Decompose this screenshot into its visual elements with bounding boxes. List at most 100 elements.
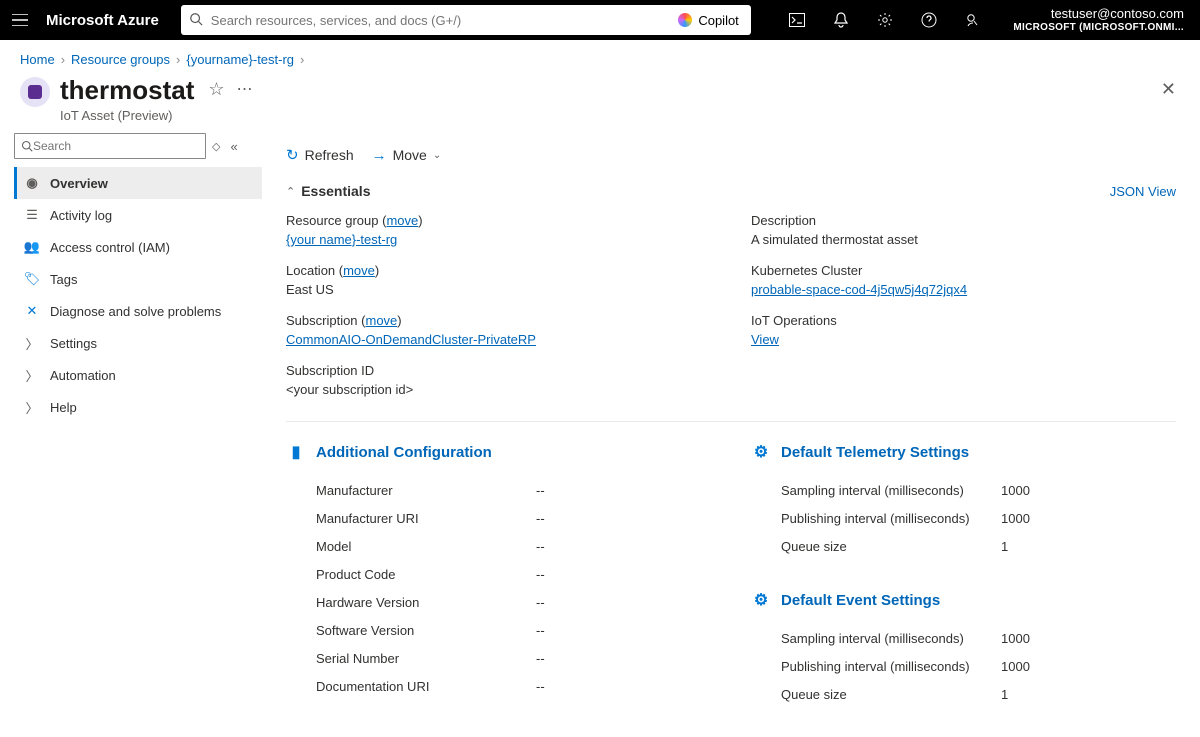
nav-label: Automation	[50, 368, 116, 383]
main-pane: ↻ Refresh → Move ⌄ ⌃ Essentials JSON Vie…	[262, 133, 1200, 736]
resource-subtitle: IoT Asset (Preview)	[60, 108, 194, 123]
kv-row: Manufacturer URI--	[286, 504, 711, 532]
account-block[interactable]: testuser@contoso.com MICROSOFT (MICROSOF…	[1013, 6, 1192, 34]
settings-icon[interactable]	[867, 12, 903, 28]
tags-icon: 🏷	[24, 271, 40, 287]
ess-iotops-label: IoT Operations	[751, 313, 1176, 328]
resource-type-icon	[20, 77, 50, 107]
gear-icon: ⚙	[751, 590, 771, 610]
ess-resourcegroup-value[interactable]: {your name}-test-rg	[286, 232, 397, 247]
kv-row: Sampling interval (milliseconds)1000	[751, 624, 1176, 652]
global-search-input[interactable]	[211, 13, 669, 28]
menu-search[interactable]	[14, 133, 206, 159]
move-link[interactable]: move	[343, 263, 375, 278]
kv-row: Software Version--	[286, 616, 711, 644]
section-events: ⚙ Default Event Settings Sampling interv…	[751, 590, 1176, 708]
close-icon[interactable]: ✕	[1157, 75, 1180, 104]
nav-diagnose[interactable]: ✕ Diagnose and solve problems	[14, 295, 262, 327]
nav-label: Diagnose and solve problems	[50, 304, 221, 319]
chevron-right-icon: ›	[300, 52, 304, 67]
diagnose-icon: ✕	[24, 303, 40, 319]
chevron-right-icon: 〉	[24, 366, 40, 385]
favorite-star-icon[interactable]: ☆	[208, 79, 224, 100]
nav-automation[interactable]: 〉 Automation	[14, 359, 262, 391]
ess-subscription-value[interactable]: CommonAIO-OnDemandCluster-PrivateRP	[286, 332, 536, 347]
cloudshell-icon[interactable]	[779, 13, 815, 27]
chevron-down-icon: ⌄	[433, 150, 441, 161]
menu-search-input[interactable]	[33, 139, 199, 153]
refresh-button[interactable]: ↻ Refresh	[286, 146, 354, 164]
account-email: testuser@contoso.com	[1013, 6, 1184, 22]
kv-row: Hardware Version--	[286, 588, 711, 616]
copilot-icon	[678, 13, 692, 27]
feedback-icon[interactable]	[955, 12, 991, 28]
nav-tags[interactable]: 🏷 Tags	[14, 263, 262, 295]
kv-row: Product Code--	[286, 560, 711, 588]
ess-resourcegroup-label: Resource group (move)	[286, 213, 711, 228]
json-view-link[interactable]: JSON View	[1110, 184, 1176, 199]
crumb-current[interactable]: {yourname}-test-rg	[186, 52, 294, 67]
nav-activity-log[interactable]: ☰ Activity log	[14, 199, 262, 231]
kv-row: Sampling interval (milliseconds)1000	[751, 476, 1176, 504]
collapse-pane-icon[interactable]: «	[226, 139, 241, 154]
gear-icon: ⚙	[751, 442, 771, 462]
overview-icon: ◉	[24, 175, 40, 191]
move-button[interactable]: → Move ⌄	[372, 147, 442, 164]
activitylog-icon: ☰	[24, 207, 40, 223]
chevron-right-icon: ›	[61, 52, 65, 67]
move-icon: →	[372, 147, 387, 164]
ess-k8s-label: Kubernetes Cluster	[751, 263, 1176, 278]
resource-title: thermostat	[60, 75, 194, 106]
nav-label: Help	[50, 400, 77, 415]
ess-subscription-label: Subscription (move)	[286, 313, 711, 328]
notifications-icon[interactable]	[823, 12, 859, 28]
nav-overview[interactable]: ◉ Overview	[14, 167, 262, 199]
refresh-icon: ↻	[286, 146, 299, 164]
search-icon	[21, 140, 33, 152]
nav-help[interactable]: 〉 Help	[14, 391, 262, 423]
nav-settings[interactable]: 〉 Settings	[14, 327, 262, 359]
command-bar: ↻ Refresh → Move ⌄	[286, 133, 1176, 177]
nav-label: Activity log	[50, 208, 112, 223]
top-bar: Microsoft Azure Copilot testuser@contoso…	[0, 0, 1200, 40]
essentials-grid: Resource group (move) {your name}-test-r…	[286, 213, 1176, 413]
kv-row: Model--	[286, 532, 711, 560]
resource-menu: ◇ « ◉ Overview ☰ Activity log 👥 Access c…	[0, 133, 262, 736]
kv-row: Serial Number--	[286, 644, 711, 672]
kv-row: Queue size1	[751, 532, 1176, 560]
kv-row: Queue size1	[751, 680, 1176, 708]
copilot-label: Copilot	[698, 13, 738, 28]
chevron-right-icon: 〉	[24, 334, 40, 353]
move-label: Move	[393, 147, 427, 163]
hamburger-icon[interactable]	[8, 8, 32, 32]
breadcrumb: Home › Resource groups › {yourname}-test…	[0, 40, 1200, 71]
ess-description-label: Description	[751, 213, 1176, 228]
move-link[interactable]: move	[365, 313, 397, 328]
copilot-button[interactable]: Copilot	[668, 7, 748, 33]
nav-label: Tags	[50, 272, 77, 287]
ess-k8s-value[interactable]: probable-space-cod-4j5qw5j4q72jqx4	[751, 282, 967, 297]
kv-row: Documentation URI--	[286, 672, 711, 700]
crumb-home[interactable]: Home	[20, 52, 55, 67]
brand-label[interactable]: Microsoft Azure	[46, 12, 159, 29]
ess-subid-value: <your subscription id>	[286, 382, 711, 397]
resource-header: thermostat IoT Asset (Preview) ☆ ⋯ ✕	[0, 71, 1200, 133]
essentials-header: ⌃ Essentials JSON View	[286, 183, 1176, 199]
move-link[interactable]: move	[386, 213, 418, 228]
kv-row: Publishing interval (milliseconds)1000	[751, 652, 1176, 680]
global-search[interactable]: Copilot	[181, 5, 751, 35]
crumb-resourcegroups[interactable]: Resource groups	[71, 52, 170, 67]
help-icon[interactable]	[911, 12, 947, 28]
chevron-up-icon[interactable]: ⌃	[286, 185, 295, 198]
divider	[286, 421, 1176, 422]
ess-location-value: East US	[286, 282, 711, 297]
chevron-right-icon: ›	[176, 52, 180, 67]
ess-iotops-value[interactable]: View	[751, 332, 779, 347]
nav-access-control[interactable]: 👥 Access control (IAM)	[14, 231, 262, 263]
more-icon[interactable]: ⋯	[237, 79, 253, 99]
config-icon: ▮	[286, 442, 306, 462]
account-tenant: MICROSOFT (MICROSOFT.ONMI...	[1013, 22, 1184, 34]
nav-label: Settings	[50, 336, 97, 351]
nav-label: Overview	[50, 176, 108, 191]
sort-toggle-icon[interactable]: ◇	[212, 140, 220, 153]
